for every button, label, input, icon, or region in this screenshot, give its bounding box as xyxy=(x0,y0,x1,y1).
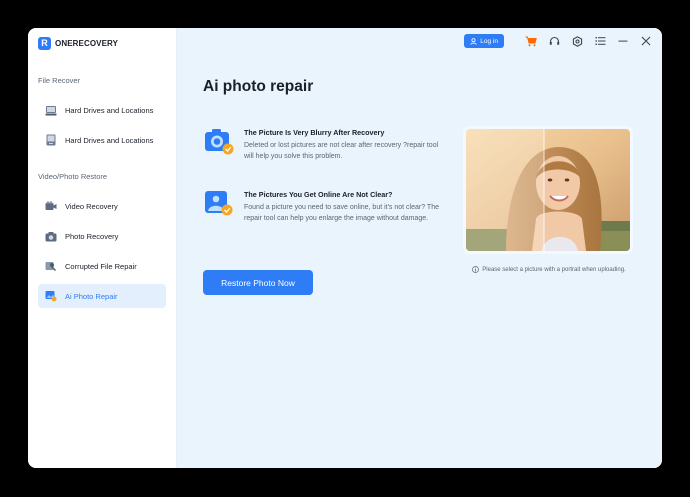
video-camera-icon xyxy=(45,200,57,212)
title-bar: Log in xyxy=(464,34,652,48)
feature-description: Found a picture you need to save online,… xyxy=(244,204,439,222)
upload-hint-text: Please select a picture with a portrait … xyxy=(482,266,626,273)
sidebar-item-external-drives[interactable]: Hard Drives and Locations xyxy=(38,128,166,152)
settings-icon[interactable] xyxy=(571,35,583,47)
page-title: Ai photo repair xyxy=(203,78,314,95)
sidebar-item-label: Corrupted File Repair xyxy=(65,261,137,271)
info-icon xyxy=(472,266,480,273)
feature-text: The Pictures You Get Online Are Not Clea… xyxy=(244,188,449,224)
sidebar-item-photo-recovery[interactable]: Photo Recovery xyxy=(38,224,166,248)
upload-hint: Please select a picture with a portrait … xyxy=(463,266,635,273)
feature-blurry: The Picture Is Very Blurry After Recover… xyxy=(203,126,453,162)
wrench-icon xyxy=(45,260,57,272)
main-panel: Log in Ai photo repair The Picture Is Ve… xyxy=(177,28,662,468)
menu-list-icon[interactable] xyxy=(594,35,606,47)
sidebar-item-video-recovery[interactable]: Video Recovery xyxy=(38,194,166,218)
sidebar-item-label: Photo Recovery xyxy=(65,231,119,241)
sidebar-item-hard-drives[interactable]: Hard Drives and Locations xyxy=(38,98,166,122)
hard-drive-icon xyxy=(45,104,57,116)
feature-description: Deleted or lost pictures are not clear a… xyxy=(244,142,439,160)
user-icon xyxy=(470,37,477,45)
sidebar: R ONERECOVERY File Recover Hard Drives a… xyxy=(28,28,177,468)
brand-logo-icon: R xyxy=(38,36,51,50)
headset-icon[interactable] xyxy=(548,35,560,47)
app-window: R ONERECOVERY File Recover Hard Drives a… xyxy=(28,28,662,468)
section-title-file-recover: File Recover xyxy=(38,76,81,85)
portrait-preview-image xyxy=(466,129,630,251)
minimize-icon[interactable] xyxy=(617,35,629,47)
camera-icon xyxy=(45,230,57,242)
section-title-video-photo: Video/Photo Restore xyxy=(38,172,108,181)
feature-text: The Picture Is Very Blurry After Recover… xyxy=(244,126,449,162)
sidebar-item-ai-photo-repair[interactable]: Ai Photo Repair xyxy=(38,284,166,308)
close-icon[interactable] xyxy=(640,35,652,47)
feature-online: The Pictures You Get Online Are Not Clea… xyxy=(203,188,453,224)
brand: R ONERECOVERY xyxy=(38,36,118,50)
sidebar-item-label: Hard Drives and Locations xyxy=(65,105,154,115)
feature-title: The Pictures You Get Online Are Not Clea… xyxy=(244,190,393,199)
sidebar-item-label: Video Recovery xyxy=(65,201,118,211)
preview-frame xyxy=(463,126,633,254)
external-drive-icon xyxy=(45,134,57,146)
login-label: Log in xyxy=(480,37,498,45)
camera-repair-icon xyxy=(203,126,235,156)
feature-title: The Picture Is Very Blurry After Recover… xyxy=(244,128,385,137)
sidebar-item-corrupted-file-repair[interactable]: Corrupted File Repair xyxy=(38,254,166,278)
sidebar-item-label: Hard Drives and Locations xyxy=(65,135,154,145)
photo-repair-icon xyxy=(45,290,57,302)
picture-enhance-icon xyxy=(203,188,235,218)
restore-photo-button[interactable]: Restore Photo Now xyxy=(203,270,313,295)
login-button[interactable]: Log in xyxy=(464,34,504,48)
sidebar-item-label: Ai Photo Repair xyxy=(65,291,118,301)
cart-icon[interactable] xyxy=(525,35,537,47)
brand-name: ONERECOVERY xyxy=(55,38,119,48)
